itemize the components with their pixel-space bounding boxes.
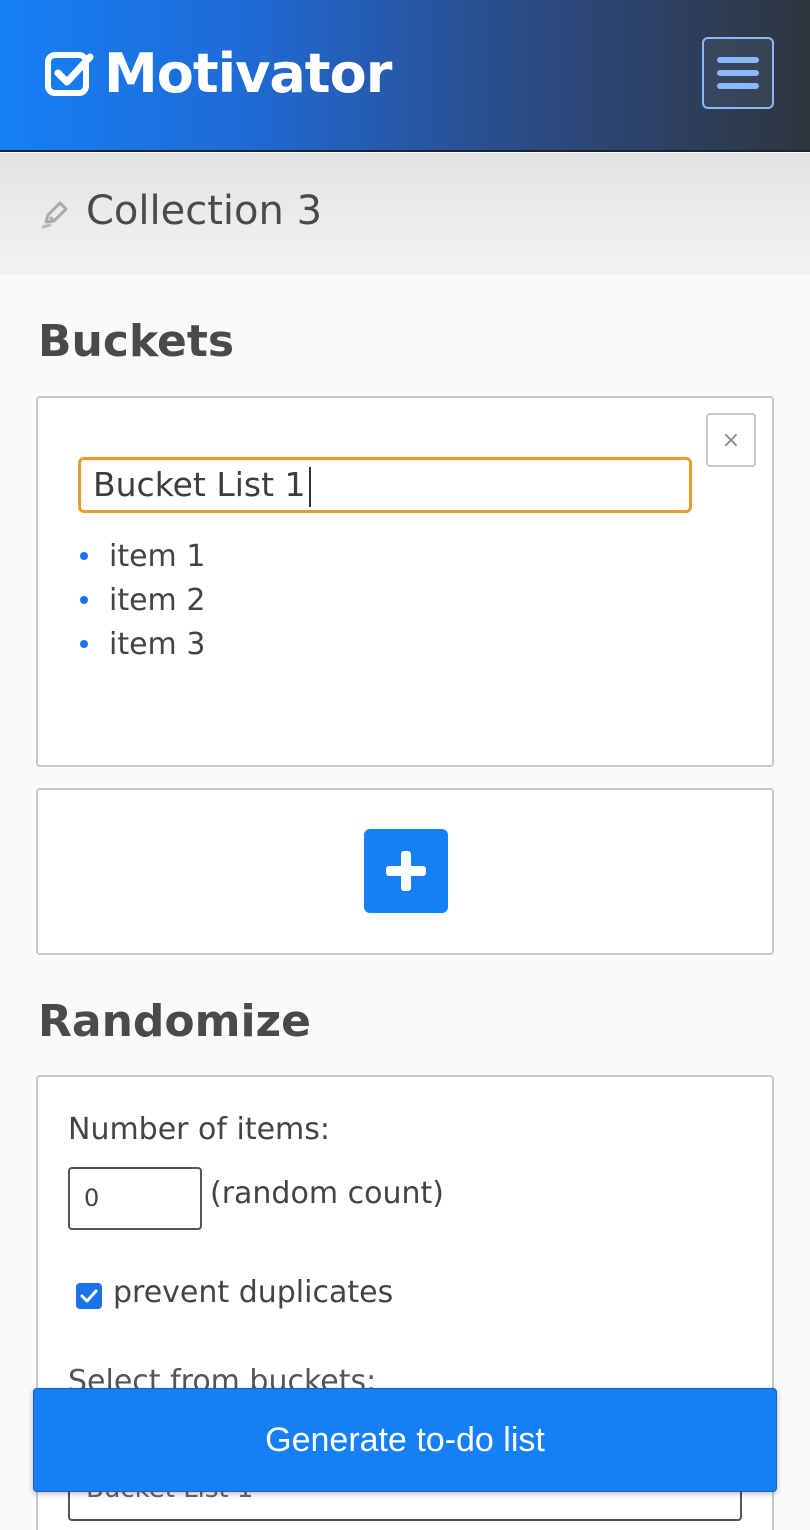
top-navbar: Motivator (0, 0, 810, 152)
bucket-item-list: item 1 item 2 item 3 (78, 534, 205, 666)
generate-list-button[interactable]: Generate to-do list (33, 1388, 777, 1492)
remove-bucket-button[interactable]: × (706, 413, 756, 467)
randomize-heading: Randomize (38, 996, 312, 1047)
list-item-label: item 2 (109, 582, 206, 618)
checkmark-icon (80, 1289, 98, 1303)
menu-button[interactable] (702, 37, 774, 109)
item-count-hint: (random count) (210, 1176, 444, 1211)
item-count-label: Number of items: (68, 1112, 331, 1147)
hamburger-menu-icon (717, 57, 759, 89)
plus-icon (386, 851, 426, 891)
bullet-icon (80, 640, 88, 648)
collection-title[interactable]: Collection 3 (86, 188, 322, 234)
add-bucket-button[interactable] (364, 829, 448, 913)
app-logo[interactable]: Motivator (44, 42, 392, 105)
list-item-label: item 1 (109, 538, 206, 574)
bucket-name-input[interactable]: Bucket List 1 (78, 457, 692, 513)
pencil-icon[interactable] (40, 198, 72, 230)
item-count-input[interactable]: 0 (68, 1167, 202, 1230)
buckets-heading: Buckets (38, 316, 235, 367)
app-name: Motivator (104, 42, 392, 105)
bullet-icon (80, 596, 88, 604)
list-item[interactable]: item 2 (78, 578, 205, 622)
check-square-icon (45, 52, 94, 96)
bullet-icon (80, 552, 88, 560)
bucket-name-value: Bucket List 1 (93, 465, 306, 504)
prevent-duplicates-label[interactable]: prevent duplicates (113, 1275, 393, 1310)
prevent-duplicates-checkbox[interactable] (76, 1283, 102, 1309)
list-item-label: item 3 (109, 626, 206, 662)
text-caret (308, 466, 311, 507)
list-item[interactable]: item 3 (78, 622, 205, 666)
list-item[interactable]: item 1 (78, 534, 205, 578)
